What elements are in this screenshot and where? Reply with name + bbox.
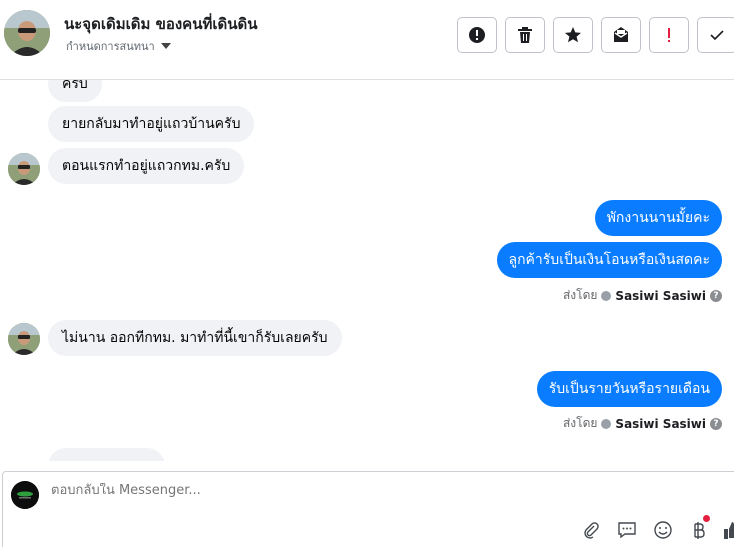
contact-photo-icon	[8, 323, 40, 355]
chevron-down-icon	[160, 43, 171, 49]
like-button[interactable]	[720, 519, 734, 541]
contact-avatar[interactable]	[4, 10, 50, 56]
contact-photo-icon	[8, 153, 40, 185]
sent-by-label: ส่งโดย	[562, 416, 598, 430]
exclamation-circle-icon	[469, 27, 485, 43]
star-button[interactable]	[553, 17, 593, 53]
verified-dot-icon	[601, 418, 612, 429]
sent-by-info: ส่งโดย Sasiwi Sasiwi ?	[563, 286, 722, 305]
paperclip-icon	[584, 522, 599, 539]
reply-composer	[2, 471, 734, 547]
contact-name[interactable]: นะจุดเดิมเดิม ของคนที่เดินดิน	[64, 12, 257, 36]
spam-button[interactable]	[649, 17, 689, 53]
attach-button[interactable]	[580, 519, 602, 541]
contact-avatar-small[interactable]	[8, 323, 40, 355]
envelope-icon	[614, 27, 628, 42]
thumbs-up-icon	[724, 522, 734, 539]
sent-by-label: ส่งโดย	[562, 288, 598, 302]
check-icon	[710, 30, 724, 41]
payment-button[interactable]	[688, 515, 710, 541]
conversation-settings-label: กำหนดการสนทนา	[66, 40, 155, 53]
reply-input[interactable]	[51, 483, 451, 498]
star-icon	[565, 27, 581, 43]
verified-dot-icon	[601, 290, 612, 301]
page-logo-icon	[11, 481, 39, 509]
trash-icon	[518, 27, 532, 43]
exclamation-icon	[668, 28, 670, 42]
baht-icon	[694, 522, 705, 539]
notification-dot	[703, 515, 710, 522]
sender-name[interactable]: Sasiwi Sasiwi	[615, 417, 706, 431]
message-thread[interactable]: ครับ ยายกลับมาทำอยู่แถวบ้านครับ ตอนแรกทำ…	[0, 80, 734, 461]
contact-avatar-small[interactable]	[8, 153, 40, 185]
speech-bubble-icon	[618, 522, 636, 539]
mark-unread-button[interactable]	[601, 17, 641, 53]
incoming-message: ยายกลับมาทำอยู่แถวบ้านครับ	[48, 106, 255, 142]
help-icon[interactable]: ?	[710, 417, 722, 430]
smiley-icon	[654, 521, 672, 539]
emoji-button[interactable]	[652, 519, 674, 541]
outgoing-message: ลูกค้ารับเป็นเงินโอนหรือเงินสดคะ	[496, 242, 722, 278]
help-icon[interactable]: ?	[710, 289, 722, 302]
outgoing-message: พักงานนานมั้ยคะ	[594, 200, 722, 236]
sender-name[interactable]: Sasiwi Sasiwi	[615, 289, 706, 303]
contact-photo-icon	[4, 10, 50, 56]
incoming-message: ไม่นาน ออกทีกทม. มาทำที่นี้เขาก็รับเลยคร…	[48, 320, 342, 356]
conversation-settings-dropdown[interactable]: กำหนดการสนทนา	[66, 37, 171, 55]
outgoing-message: รับเป็นรายวันหรือรายเดือน	[536, 371, 722, 407]
report-button[interactable]	[457, 17, 497, 53]
done-button[interactable]	[697, 17, 734, 53]
incoming-message-partial	[48, 448, 165, 461]
incoming-message: ตอนแรกทำอยู่แถวกทม.ครับ	[48, 148, 245, 184]
sent-by-info: ส่งโดย Sasiwi Sasiwi ?	[563, 414, 722, 433]
incoming-message: ครับ	[48, 80, 102, 102]
saved-replies-button[interactable]	[616, 519, 638, 541]
conversation-header: นะจุดเดิมเดิม ของคนที่เดินดิน กำหนดการสน…	[0, 0, 734, 80]
delete-button[interactable]	[505, 17, 545, 53]
page-avatar	[11, 481, 39, 509]
